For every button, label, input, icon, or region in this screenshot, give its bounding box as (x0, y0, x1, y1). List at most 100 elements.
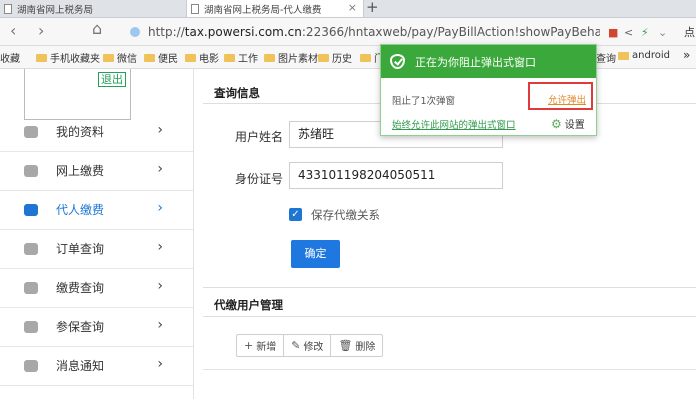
bookmark-work[interactable]: 工作 (224, 50, 258, 65)
payment-icon (24, 164, 38, 177)
save-relation-checkbox[interactable]: ✓ (289, 208, 302, 221)
sidebar-item-label: 参保查询 (56, 320, 105, 334)
bookmark-query[interactable]: 查询 (596, 50, 616, 65)
extension-icon[interactable]: ■ (608, 26, 618, 39)
plus-icon: + (244, 339, 254, 352)
sidebar: 退出 我的资料 › 网上缴费 › 代人缴费 › 订单查询 › 缴费查询 › 参保… (0, 69, 194, 399)
edit-button[interactable]: ✎ 修改 (284, 335, 332, 356)
sidebar-item-label: 消息通知 (56, 359, 105, 373)
shield-check-icon (390, 54, 405, 69)
page-icon (191, 3, 199, 14)
chevron-right-icon: › (157, 356, 163, 372)
tab-inactive[interactable]: 湖南省网上税务局 (0, 0, 180, 17)
divider (203, 287, 696, 288)
share-icon[interactable]: < (624, 26, 633, 39)
home-icon[interactable]: ⌂ (92, 19, 102, 38)
page-icon (4, 3, 12, 14)
folder-icon (264, 53, 275, 62)
name-label: 用户姓名 (235, 130, 284, 144)
bookmark-images[interactable]: 图片素材 (264, 50, 318, 65)
chevron-right-icon: › (157, 278, 163, 294)
save-relation-label: 保存代缴关系 (311, 208, 380, 222)
folder-icon (144, 53, 155, 62)
folder-icon (318, 53, 329, 62)
bookmark-wechat[interactable]: 微信 (103, 50, 137, 65)
always-allow-link[interactable]: 始终允许此网站的弹出式窗口 (392, 117, 516, 131)
user-table-area (203, 369, 696, 400)
sidebar-item-label: 缴费查询 (56, 281, 105, 295)
sidebar-item-notifications[interactable]: 消息通知 › (0, 346, 193, 386)
chevron-right-icon: › (157, 317, 163, 333)
url-host: tax.powersi.com.cn (184, 24, 302, 39)
bookmark-bianmin[interactable]: 便民 (144, 50, 178, 65)
folder-icon (103, 53, 114, 62)
chevron-right-icon: › (157, 161, 163, 177)
tab-title: 湖南省网上税务局 (17, 4, 94, 16)
globe-icon (130, 26, 140, 37)
sidebar-item-order-query[interactable]: 订单查询 › (0, 229, 193, 269)
bookmark-history[interactable]: 历史 (318, 50, 352, 65)
toolbar-overflow-text: 点 (684, 26, 695, 39)
delete-button[interactable]: 🗑 删除 (331, 335, 382, 356)
chevron-right-icon: › (157, 200, 163, 216)
tab-title: 湖南省网上税务局-代人缴费 (204, 4, 322, 16)
chevron-right-icon: › (157, 122, 163, 138)
trash-icon: 🗑 (338, 339, 353, 352)
popup-blocker-panel: 正在为你阻止弹出式窗口 阻止了1次弹窗 允许弹出 始终允许此网站的弹出式窗口 ⚙… (380, 44, 597, 136)
message-icon (24, 359, 38, 372)
bookmark-mobile[interactable]: 手机收藏夹 (36, 50, 100, 65)
bookmark-movie[interactable]: 电影 (185, 50, 219, 65)
sidebar-item-insurance-query[interactable]: 参保查询 › (0, 307, 193, 347)
allow-popup-link[interactable]: 允许弹出 (548, 92, 586, 106)
new-tab-button[interactable]: + (366, 0, 379, 16)
bookmark-favorites[interactable]: 收藏 (0, 50, 20, 65)
user-toolbar: + 新增 ✎ 修改 🗑 删除 (236, 334, 384, 357)
logout-button[interactable]: 退出 (98, 72, 126, 87)
folder-icon (36, 53, 47, 62)
query-section-title: 查询信息 (214, 86, 260, 100)
tab-active[interactable]: 湖南省网上税务局-代人缴费 × (186, 0, 364, 17)
manage-section-title: 代缴用户管理 (214, 298, 283, 312)
chevron-right-icon: › (157, 239, 163, 255)
add-button[interactable]: + 新增 (237, 335, 285, 356)
popup-header: 正在为你阻止弹出式窗口 (381, 45, 596, 78)
folder-icon (618, 51, 629, 60)
folder-icon (360, 53, 371, 62)
sidebar-item-label: 我的资料 (56, 125, 105, 139)
settings-button[interactable]: ⚙ 设置 (551, 116, 585, 132)
divider (203, 316, 696, 317)
dropdown-icon[interactable]: ⌄ (658, 26, 667, 39)
sidebar-item-proxy-payment[interactable]: 代人缴费 › (0, 190, 193, 230)
tab-bar: 湖南省网上税务局 湖南省网上税务局-代人缴费 × + (0, 0, 696, 18)
confirm-button[interactable]: 确定 (291, 240, 340, 268)
sidebar-item-payment-query[interactable]: 缴费查询 › (0, 268, 193, 308)
close-tab-icon[interactable]: × (348, 1, 357, 14)
url-path: :22366/hntaxweb/pay/PayBillAction!showPa… (301, 24, 600, 39)
bookmarks-more-icon[interactable]: » (683, 48, 690, 62)
sidebar-item-profile[interactable]: 我的资料 › (0, 112, 193, 152)
folder-icon (224, 53, 235, 62)
url-field[interactable]: http:// tax.powersi.com.cn :22366/hntaxw… (130, 22, 600, 41)
address-toolbar: ‹ › ⌂ http:// tax.powersi.com.cn :22366/… (0, 18, 696, 46)
lightning-icon[interactable]: ⚡ (641, 26, 649, 39)
forward-icon[interactable]: › (38, 21, 44, 40)
pencil-icon: ✎ (291, 339, 301, 352)
back-icon[interactable]: ‹ (10, 21, 16, 40)
sidebar-item-label: 订单查询 (56, 242, 105, 256)
sidebar-item-online-payment[interactable]: 网上缴费 › (0, 151, 193, 191)
folder-icon (24, 125, 38, 138)
blocked-count: 阻止了1次弹窗 (392, 96, 456, 107)
sidebar-item-label: 网上缴费 (56, 164, 105, 178)
folder-icon (185, 53, 196, 62)
sidebar-item-label: 代人缴费 (56, 203, 105, 217)
popup-title: 正在为你阻止弹出式窗口 (415, 55, 536, 69)
proxy-user-icon (24, 203, 38, 216)
id-number-input[interactable]: 433101198204050511 (289, 162, 503, 189)
id-label: 身份证号 (235, 172, 284, 186)
clock-icon (24, 281, 38, 294)
bookmark-android[interactable]: android (618, 50, 670, 61)
eye-icon (24, 320, 38, 333)
gear-icon: ⚙ (551, 116, 562, 131)
order-icon (24, 242, 38, 255)
url-scheme: http:// (148, 24, 185, 39)
